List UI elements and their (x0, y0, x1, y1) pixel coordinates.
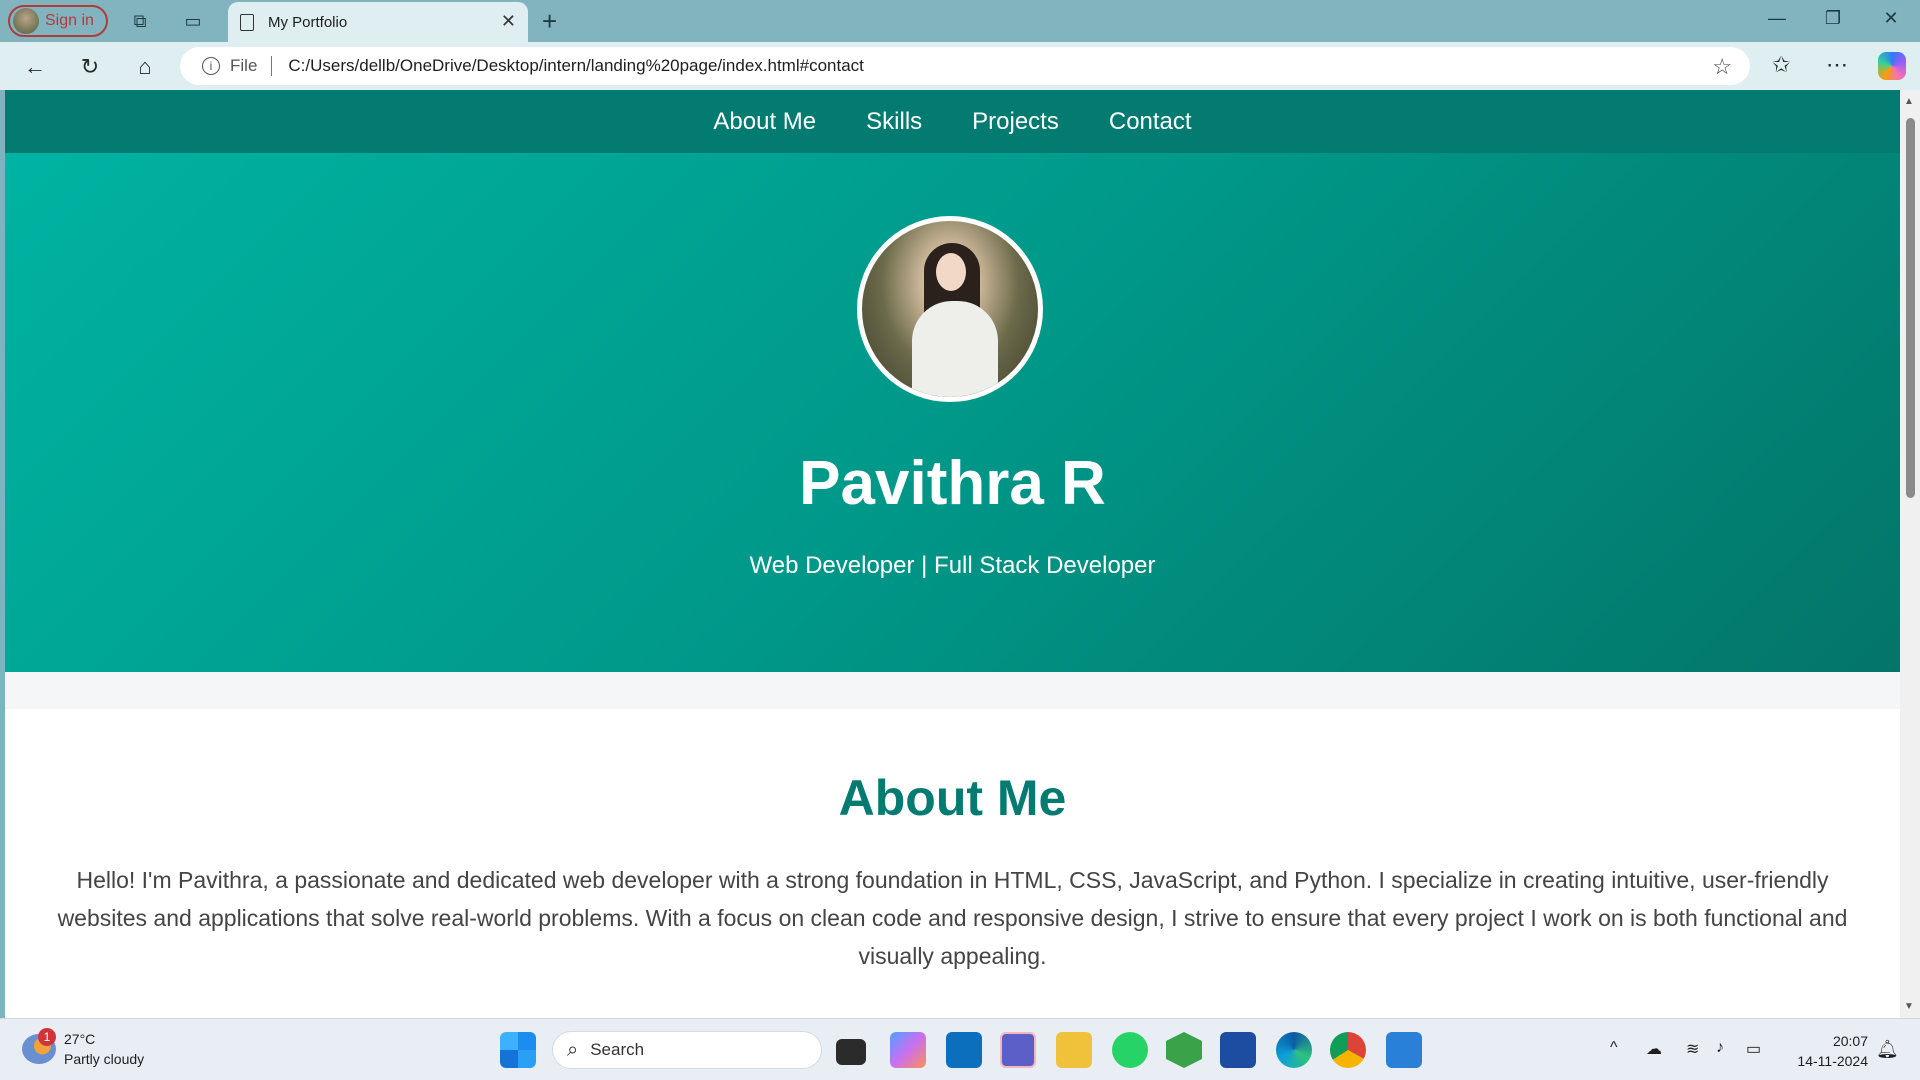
favorites-icon[interactable]: ✩ (1772, 52, 1790, 78)
favorite-star-icon[interactable]: ☆ (1712, 54, 1732, 80)
photo-face (936, 253, 966, 291)
address-bar[interactable]: i File C:/Users/dellb/OneDrive/Desktop/i… (180, 47, 1750, 85)
about-paragraph: Hello! I'm Pavithra, a passionate and de… (57, 867, 1848, 969)
taskbar: 1 27°C Partly cloudy ⌕ Search ^ ☁ ≋ ♪ ▭ … (0, 1018, 1920, 1080)
start-icon[interactable] (500, 1032, 536, 1068)
notifications-icon[interactable]: 🔔︎ (1876, 1039, 1899, 1060)
profile-avatar (13, 8, 39, 34)
nav-about[interactable]: About Me (713, 108, 816, 136)
edge-icon[interactable] (1276, 1032, 1312, 1068)
nodejs-icon[interactable] (1166, 1032, 1202, 1068)
minimize-icon[interactable]: — (1762, 8, 1792, 29)
notepad-icon[interactable] (1386, 1032, 1422, 1068)
copilot-icon[interactable] (1878, 52, 1906, 80)
back-icon[interactable]: ← (20, 52, 50, 82)
address-separator (271, 56, 273, 76)
profile-button[interactable]: Sign in (8, 5, 108, 37)
browser-toolbar: ← ↻ ⌂ i File C:/Users/dellb/OneDrive/Des… (0, 42, 1920, 90)
page-viewport: About Me Skills Projects Contact Pavithr… (5, 90, 1900, 1018)
more-icon[interactable]: ⋯ (1826, 52, 1848, 78)
hero-tagline: Web Developer | Full Stack Developer (749, 552, 1156, 579)
home-icon[interactable]: ⌂ (130, 52, 160, 82)
teams-icon[interactable] (1000, 1032, 1036, 1068)
wifi-icon[interactable]: ≋ (1686, 1039, 1699, 1059)
new-tab-icon[interactable]: + (542, 6, 557, 37)
onedrive-icon[interactable]: ☁ (1646, 1039, 1662, 1059)
info-icon[interactable]: i (202, 57, 220, 75)
clock-time: 20:07 (1832, 1033, 1868, 1049)
task-view-icon[interactable] (836, 1039, 866, 1065)
address-url[interactable]: C:/Users/dellb/OneDrive/Desktop/intern/l… (288, 56, 863, 76)
system-clock[interactable]: 20:07 14-11-2024 (1788, 1031, 1868, 1071)
refresh-icon[interactable]: ↻ (75, 52, 105, 82)
show-hidden-icons-icon[interactable]: ^ (1610, 1039, 1618, 1057)
close-tab-icon[interactable]: ✕ (501, 11, 516, 32)
copilot-app-icon[interactable] (890, 1032, 926, 1068)
tab-strip: Sign in ⧉ ▭ My Portfolio ✕ + — ❐ ✕ (0, 0, 1920, 42)
scrollbar-thumb[interactable] (1906, 118, 1915, 498)
weather-badge: 1 (38, 1028, 56, 1046)
tab-my-portfolio[interactable]: My Portfolio ✕ (228, 2, 528, 42)
nav-skills[interactable]: Skills (866, 108, 922, 136)
close-window-icon[interactable]: ✕ (1876, 8, 1906, 29)
search-icon: ⌕ (567, 1038, 579, 1061)
about-section: About Me Hello! I'm Pavithra, a passiona… (5, 709, 1900, 1018)
photo-dress (912, 301, 998, 397)
nav-contact[interactable]: Contact (1109, 108, 1192, 136)
battery-icon[interactable]: ▭ (1746, 1039, 1761, 1059)
section-spacer (5, 672, 1900, 709)
taskbar-search[interactable]: ⌕ Search (552, 1031, 822, 1069)
scroll-down-icon[interactable]: ▼ (1904, 1001, 1914, 1012)
hero-section: Pavithra R Web Developer | Full Stack De… (5, 153, 1900, 672)
site-nav: About Me Skills Projects Contact (5, 90, 1900, 153)
dell-icon[interactable] (946, 1032, 982, 1068)
partly-cloudy-icon: 1 (22, 1028, 56, 1064)
clock-date: 14-11-2024 (1797, 1053, 1868, 1069)
volume-icon[interactable]: ♪ (1716, 1039, 1724, 1057)
hero-name: Pavithra R (799, 449, 1106, 518)
chrome-icon[interactable] (1330, 1032, 1366, 1068)
address-scheme: File (230, 56, 258, 75)
store-icon[interactable] (1220, 1032, 1256, 1068)
page-scrollbar[interactable]: ▲ ▼ (1900, 90, 1920, 1018)
page-icon (240, 13, 254, 31)
profile-label: Sign in (45, 12, 94, 29)
profile-photo (857, 216, 1043, 402)
restore-icon[interactable]: ❐ (1818, 8, 1848, 29)
tab-actions-icon[interactable]: ▭ (181, 9, 205, 33)
weather-temp: 27°C (64, 1031, 96, 1047)
about-heading: About Me (838, 770, 1067, 826)
whatsapp-icon[interactable] (1112, 1032, 1148, 1068)
tab-title: My Portfolio (268, 13, 348, 31)
search-label: Search (590, 1040, 645, 1059)
scroll-up-icon[interactable]: ▲ (1904, 96, 1914, 107)
nav-projects[interactable]: Projects (972, 108, 1059, 136)
file-explorer-icon[interactable] (1056, 1032, 1092, 1068)
weather-desc: Partly cloudy (64, 1051, 145, 1067)
weather-widget[interactable]: 1 27°C Partly cloudy (22, 1028, 145, 1069)
workspaces-icon[interactable]: ⧉ (128, 9, 152, 33)
